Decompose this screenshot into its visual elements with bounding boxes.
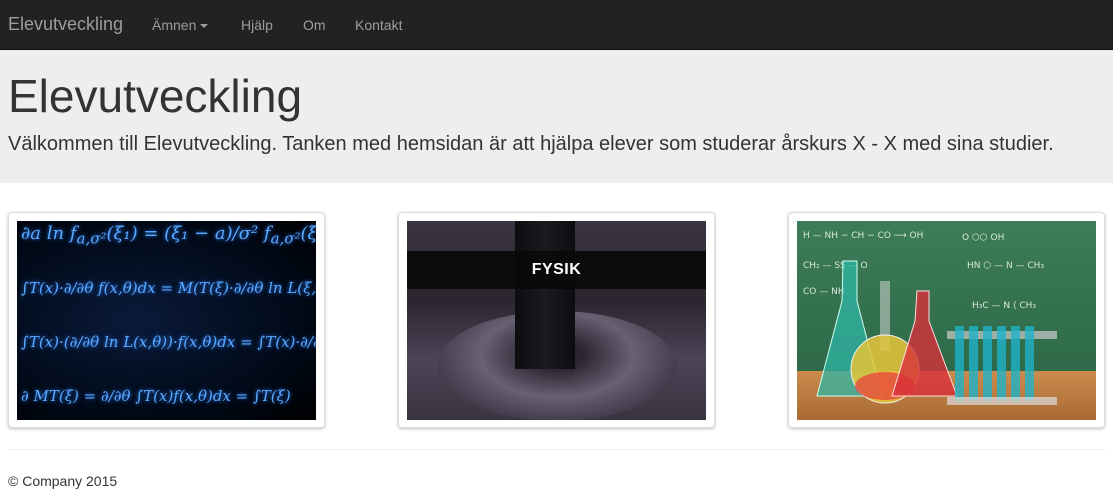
thumbnail-chemistry[interactable]: H — NH − CH − CO ⟶ OH CH₂ — SS — O CO — … (788, 212, 1105, 428)
chemistry-flasks-image: H — NH − CH − CO ⟶ OH CH₂ — SS — O CO — … (797, 221, 1096, 420)
nav-item-kontakt[interactable]: Kontakt (355, 16, 402, 34)
magnet-shape (515, 221, 575, 369)
jumbotron: Elevutveckling Välkommen till Elevutveck… (0, 50, 1113, 183)
thumbnail-math[interactable]: ∂a ln fa,σ²(ξ₁) = (ξ₁ − a)/σ² fa,σ²(ξ₁) … (8, 212, 325, 428)
footer-text: © Company 2015 (8, 473, 118, 489)
nav-item-amnen[interactable]: Ämnen (152, 16, 209, 34)
navbar-brand[interactable]: Elevutveckling (8, 14, 123, 34)
nav-item-hjalp[interactable]: Hjälp (241, 16, 273, 34)
thumbnail-physics[interactable]: FYSIK (398, 212, 715, 428)
physics-magnet-image: FYSIK (407, 221, 706, 420)
math-formulas-image: ∂a ln fa,σ²(ξ₁) = (ξ₁ − a)/σ² fa,σ²(ξ₁) … (17, 221, 316, 420)
welcome-text: Välkommen till Elevutveckling. Tanken me… (8, 133, 1054, 155)
footer-divider (8, 449, 1105, 450)
navbar: Elevutveckling Ämnen Hjälp Om Kontakt (0, 0, 1113, 50)
nav-item-label: Ämnen (152, 17, 197, 33)
page-title: Elevutveckling (8, 70, 303, 122)
physics-banner: FYSIK (407, 251, 706, 289)
caret-down-icon (200, 24, 209, 29)
nav-item-om[interactable]: Om (303, 16, 326, 34)
flasks-icon (816, 260, 1057, 405)
